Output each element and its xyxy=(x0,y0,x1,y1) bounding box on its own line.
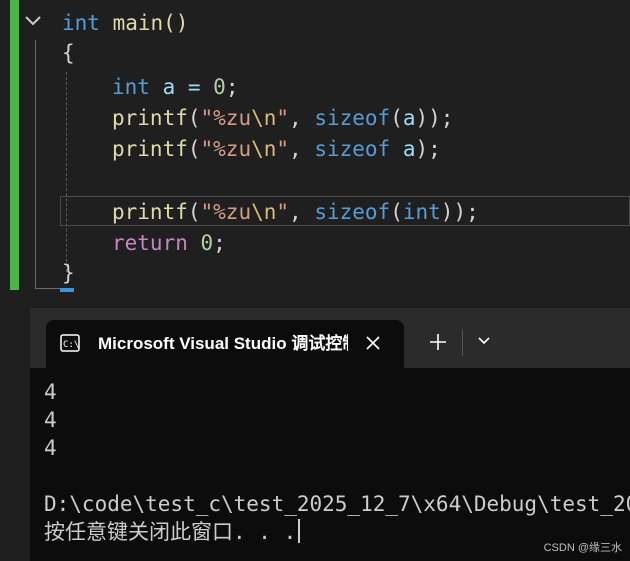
code-line-printf-2[interactable]: printf("%zu\n", sizeof a); xyxy=(112,134,441,164)
code-line-printf-3[interactable]: printf("%zu\n", sizeof(int)); xyxy=(112,197,479,227)
indent-guide xyxy=(66,72,67,272)
code-line-close-brace[interactable]: } xyxy=(62,258,75,288)
prompt-line: 按任意键关闭此窗口. . . xyxy=(44,518,301,546)
code-line-open-brace[interactable]: { xyxy=(62,38,75,68)
output-line-3: 4 xyxy=(44,436,57,460)
close-paren: ); xyxy=(415,137,441,161)
code-line-return[interactable]: return 0; xyxy=(112,228,226,258)
string-literal: "%zu xyxy=(200,106,252,130)
string-quote: " xyxy=(276,137,290,161)
code-line-printf-1[interactable]: printf("%zu\n", sizeof(a)); xyxy=(112,103,453,133)
escape-seq: \n xyxy=(251,200,277,224)
paren: ( xyxy=(390,106,403,130)
chevron-down-icon[interactable] xyxy=(476,334,492,348)
tab-divider xyxy=(462,330,463,356)
watermark: CSDN @缘三水 xyxy=(543,542,622,554)
keyword-sizeof: sizeof xyxy=(314,200,391,224)
output-line-2: 4 xyxy=(44,408,57,432)
close-brace: } xyxy=(62,261,75,285)
comma: , xyxy=(289,106,315,130)
keyword-sizeof: sizeof xyxy=(314,137,391,161)
semicolon: ; xyxy=(213,231,226,255)
function-printf: printf xyxy=(112,106,188,130)
paren: ( xyxy=(390,200,403,224)
string-quote: " xyxy=(276,200,290,224)
close-icon[interactable] xyxy=(364,334,382,352)
prompt-text: 按任意键关闭此窗口. . . xyxy=(44,520,297,544)
svg-text:C:\: C:\ xyxy=(63,340,79,350)
paren: ( xyxy=(187,200,201,224)
caret-marker xyxy=(60,288,74,292)
function-main: main() xyxy=(99,11,189,35)
terminal-tab[interactable]: C:\ Microsoft Visual Studio 调试控制台 xyxy=(46,320,404,368)
keyword-int: int xyxy=(62,11,100,35)
console-icon: C:\ xyxy=(60,334,80,352)
number-literal: 0 xyxy=(213,75,226,99)
terminal-tab-bar: C:\ Microsoft Visual Studio 调试控制台 xyxy=(30,308,630,368)
escape-seq: \n xyxy=(251,106,277,130)
output-line-1: 4 xyxy=(44,380,57,404)
variable-a: a xyxy=(402,106,416,130)
variable-decl: a = xyxy=(149,75,214,99)
variable-a: a xyxy=(390,137,416,161)
function-printf: printf xyxy=(112,137,188,161)
plus-icon[interactable] xyxy=(428,332,448,352)
code-editor[interactable]: int main() { int a = 0; printf("%zu\n", … xyxy=(0,0,630,300)
string-literal: "%zu xyxy=(200,137,252,161)
code-line-decl[interactable]: int a = 0; xyxy=(112,72,238,102)
comma: , xyxy=(289,200,315,224)
exe-path-line: D:\code\test_c\test_2025_12_7\x64\Debug\… xyxy=(44,492,630,516)
string-quote: " xyxy=(276,106,290,130)
comma: , xyxy=(289,137,315,161)
text-cursor xyxy=(298,519,301,543)
fold-chevron-down-icon[interactable] xyxy=(22,10,44,32)
number-literal: 0 xyxy=(187,231,214,255)
escape-seq: \n xyxy=(251,137,277,161)
close-parens: )); xyxy=(440,200,479,224)
paren: ( xyxy=(187,137,201,161)
semicolon: ; xyxy=(225,75,239,99)
paren: ( xyxy=(187,106,201,130)
change-indicator-bar xyxy=(10,0,19,290)
string-literal: "%zu xyxy=(200,200,252,224)
debug-console-window[interactable]: C:\ Microsoft Visual Studio 调试控制台 4 4 4 … xyxy=(30,308,630,561)
code-line-signature[interactable]: int main() xyxy=(62,8,188,38)
keyword-return: return xyxy=(112,231,188,255)
function-printf: printf xyxy=(112,200,188,224)
keyword-sizeof: sizeof xyxy=(314,106,391,130)
keyword: int xyxy=(112,75,150,99)
tab-title: Microsoft Visual Studio 调试控制台 xyxy=(98,334,348,353)
keyword-int: int xyxy=(402,200,441,224)
close-parens: )); xyxy=(415,106,454,130)
scope-bracket xyxy=(35,40,64,289)
open-brace: { xyxy=(62,41,75,65)
